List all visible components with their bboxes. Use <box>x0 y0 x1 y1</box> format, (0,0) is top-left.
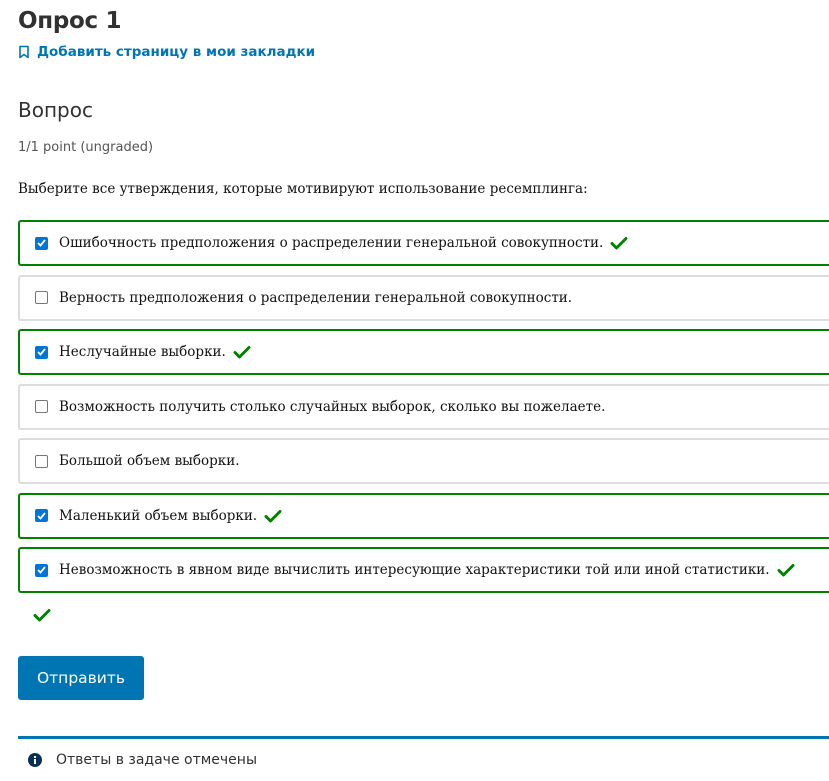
option-label: Ошибочность предположения о распределени… <box>59 235 604 251</box>
option-checkbox[interactable] <box>35 454 48 468</box>
option-row[interactable]: Большой объем выборки. <box>18 438 829 484</box>
checkmark-icon <box>233 345 251 359</box>
option-label: Большой объем выборки. <box>59 453 240 469</box>
option-row[interactable]: Возможность получить столько случайных в… <box>18 383 829 430</box>
option-label: Верность предположения о распределении г… <box>59 289 573 306</box>
submit-button[interactable]: Отправить <box>18 656 144 700</box>
option-label: Невозможность в явном виде вычислить инт… <box>59 562 770 578</box>
result-correct-icon <box>33 607 51 626</box>
bookmark-link[interactable]: Добавить страницу в мои закладки <box>18 44 315 60</box>
notification-bar: Ответы в задаче отмечены <box>18 736 829 781</box>
option-row[interactable]: Маленький объем выборки. <box>18 492 829 539</box>
option-checkbox[interactable] <box>35 345 48 359</box>
points-label: 1/1 point (ungraded) <box>18 140 154 155</box>
option-checkbox[interactable] <box>35 291 48 304</box>
checkmark-icon <box>264 509 282 523</box>
notification-text: Ответы в задаче отмечены <box>56 752 258 768</box>
option-row[interactable]: Ошибочность предположения о распределени… <box>18 220 829 266</box>
question-heading: Вопрос <box>18 98 93 122</box>
question-prompt: Выберите все утверждения, которые мотиви… <box>18 181 588 197</box>
page-title: Опрос 1 <box>18 8 122 34</box>
bookmark-label: Добавить страницу в мои закладки <box>37 44 316 60</box>
checkmark-icon <box>610 236 628 250</box>
option-row[interactable]: Невозможность в явном виде вычислить инт… <box>18 547 829 593</box>
option-checkbox[interactable] <box>35 236 48 250</box>
info-icon <box>28 753 42 767</box>
option-checkbox[interactable] <box>35 400 48 413</box>
option-label: Маленький объем выборки. <box>59 507 258 524</box>
option-row[interactable]: Верность предположения о распределении г… <box>18 274 829 321</box>
option-label: Возможность получить столько случайных в… <box>59 398 606 415</box>
option-checkbox[interactable] <box>35 563 48 577</box>
option-label: Неслучайные выборки. <box>59 344 226 360</box>
option-checkbox[interactable] <box>35 509 48 522</box>
options-list: Ошибочность предположения о распределени… <box>18 220 829 602</box>
bookmark-icon <box>19 45 29 59</box>
checkmark-icon <box>777 563 795 577</box>
option-row[interactable]: Неслучайные выборки. <box>18 329 829 375</box>
